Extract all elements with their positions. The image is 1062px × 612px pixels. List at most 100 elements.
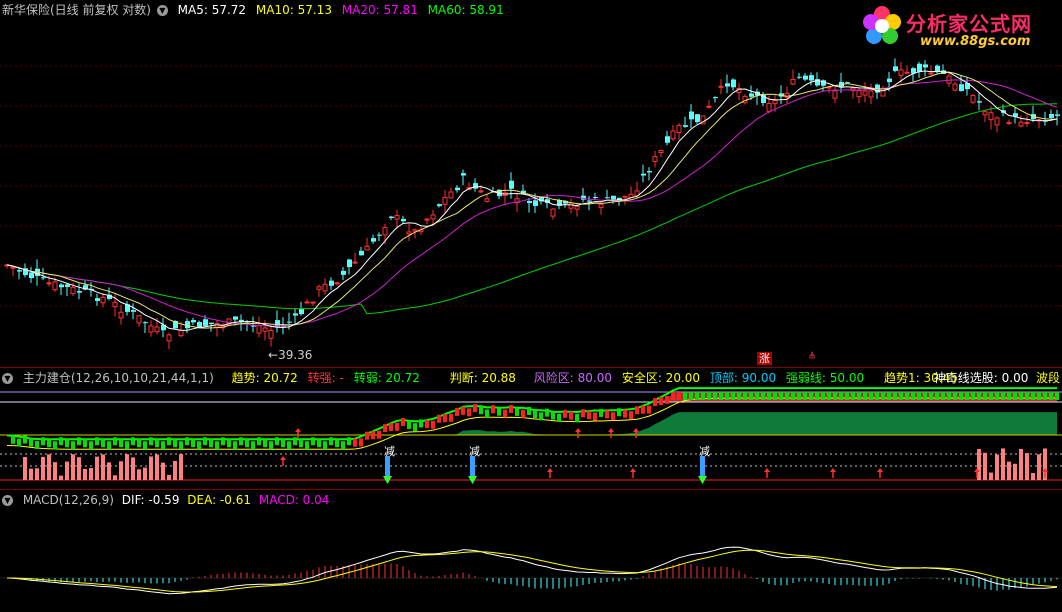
price-chart[interactable] [0, 0, 1062, 366]
step-block [839, 392, 843, 400]
step-block [545, 408, 549, 417]
candle-body [898, 69, 904, 76]
candle-body [95, 298, 100, 301]
candle-body [683, 125, 688, 127]
step-block [425, 420, 429, 429]
candle-body [605, 197, 610, 199]
candle-body [1018, 121, 1024, 127]
indicator-settings-icon[interactable]: ▼ [2, 373, 13, 384]
step-block [731, 392, 735, 400]
step-block [599, 408, 603, 417]
candle-body [131, 310, 136, 312]
indicator-chart[interactable] [0, 368, 1062, 489]
pink-bar [173, 460, 177, 480]
candle-body [887, 78, 892, 83]
candle-body [364, 245, 370, 251]
pink-bar [1001, 448, 1005, 480]
step-block [371, 431, 375, 440]
candle-body [670, 130, 676, 140]
step-block [713, 392, 717, 400]
up-arrow-icon [1042, 468, 1048, 472]
step-block [881, 392, 885, 400]
step-block [797, 392, 801, 400]
dea-line [7, 549, 1058, 593]
step-block [125, 441, 129, 450]
step-block [815, 392, 819, 400]
indicator-title[interactable]: 主力建仓(12,26,10,10,21,44,1,1) [23, 371, 214, 385]
macd-panel[interactable]: ▼ MACD(12,26,9) DIF: -0.59 DEA: -0.61 MA… [0, 489, 1062, 612]
step-block [179, 441, 183, 450]
step-block [575, 413, 579, 422]
ind-risk: 风险区: 80.00 [533, 371, 612, 385]
candle-body [893, 66, 898, 71]
step-block [269, 441, 273, 450]
macd-value: MACD: 0.04 [258, 493, 330, 507]
candle-body [622, 195, 628, 198]
candle-body [718, 85, 724, 88]
candle-body [268, 329, 274, 339]
macd-header: ▼ MACD(12,26,9) DIF: -0.59 DEA: -0.61 MA… [2, 492, 335, 508]
candle-body [977, 101, 982, 103]
step-block [893, 392, 897, 400]
zhang-marker: 涨 [757, 352, 772, 365]
step-block [419, 419, 423, 428]
step-block [923, 392, 927, 400]
step-block [377, 430, 381, 439]
candle-body [304, 301, 310, 304]
step-block [1025, 392, 1029, 400]
candle-body [695, 114, 700, 123]
step-block [431, 420, 435, 429]
pink-bar [1019, 448, 1023, 480]
pink-bar [155, 454, 159, 480]
macd-dif: DIF: -0.59 [121, 493, 180, 507]
step-block [497, 407, 501, 416]
candle-body [1055, 114, 1060, 116]
step-block [935, 392, 939, 400]
candle-body [970, 95, 976, 103]
macd-chart[interactable] [0, 490, 1062, 612]
step-block [701, 392, 705, 400]
pink-bar [29, 468, 33, 480]
macd-title[interactable]: MACD(12,26,9) [23, 493, 114, 507]
step-block [875, 392, 879, 400]
step-block [293, 437, 297, 446]
candle-body [959, 84, 964, 91]
pink-bar [23, 457, 27, 480]
stock-title[interactable]: 新华保险(日线 前复权 对数) [2, 3, 151, 17]
candle-body [988, 112, 994, 121]
pink-bar [35, 468, 39, 480]
step-block [137, 439, 141, 448]
candle-body [598, 203, 604, 208]
step-block [527, 406, 531, 415]
ma10-line [6, 71, 1058, 329]
price-header: 新华保险(日线 前复权 对数) ▼ MA5: 57.72 MA10: 57.13… [2, 2, 510, 18]
step-block [215, 441, 219, 450]
candle-body [766, 103, 772, 112]
candle-body [287, 321, 292, 323]
reduce-label: 减 [699, 445, 710, 458]
step-block [1037, 392, 1041, 400]
pink-bar [107, 462, 111, 480]
step-block [1031, 392, 1035, 400]
indicator-panel[interactable]: ▼ 主力建仓(12,26,10,10,21,44,1,1) 趋势: 20.72 … [0, 367, 1062, 489]
step-block [449, 413, 453, 422]
macd-settings-icon[interactable]: ▼ [2, 495, 13, 506]
up-arrow-icon [764, 468, 770, 472]
candle-body [371, 238, 376, 242]
candle-body [946, 75, 952, 84]
pink-bar [1025, 453, 1029, 480]
ma5-line [6, 70, 1058, 331]
ind-trend1: 趋势1: 30.45 [883, 371, 958, 385]
step-block [383, 424, 387, 433]
step-block [569, 411, 573, 420]
candle-body [293, 313, 298, 316]
settings-circle-icon[interactable]: ▼ [156, 5, 168, 16]
step-block [473, 404, 477, 413]
candle-body [803, 75, 808, 80]
candle-body [904, 71, 910, 74]
step-block [947, 392, 951, 400]
step-block [257, 437, 261, 446]
price-panel[interactable]: 新华保险(日线 前复权 对数) ▼ MA5: 57.72 MA10: 57.13… [0, 0, 1062, 366]
step-block [113, 437, 117, 446]
step-block [941, 392, 945, 400]
